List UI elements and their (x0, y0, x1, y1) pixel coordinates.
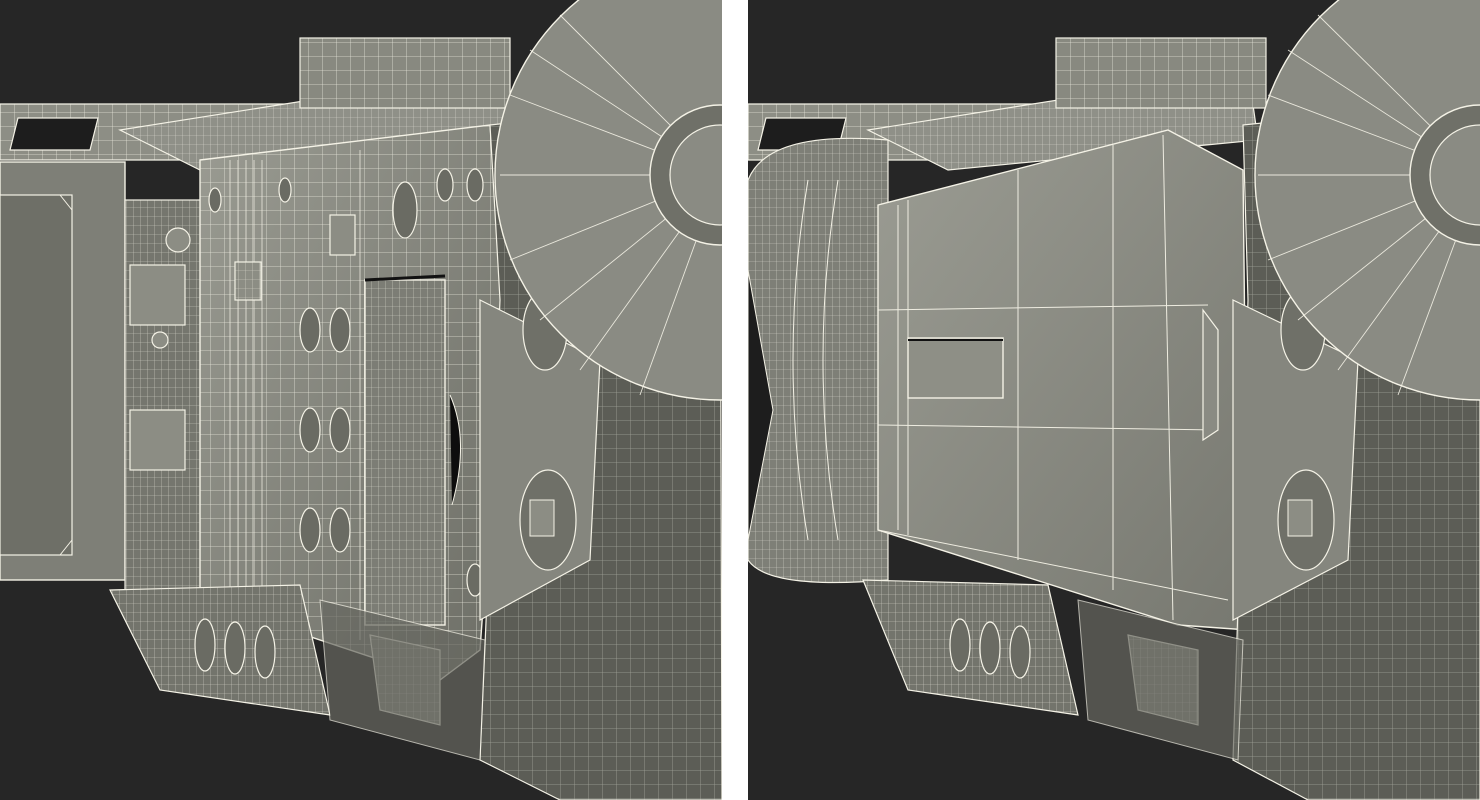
lcd-closed-arc (748, 137, 889, 584)
lcd-screen (0, 161, 126, 581)
panel-divider (722, 0, 748, 800)
camcorder-wireframe-left (0, 0, 722, 800)
wireframe-view-left (0, 0, 722, 800)
lcd-back-cover (877, 129, 1249, 631)
hinge-column (124, 199, 206, 601)
wireframe-view-right (748, 0, 1480, 800)
connector-grid (234, 261, 262, 301)
camcorder-wireframe-right (748, 0, 1480, 800)
render-stage (0, 0, 1480, 800)
